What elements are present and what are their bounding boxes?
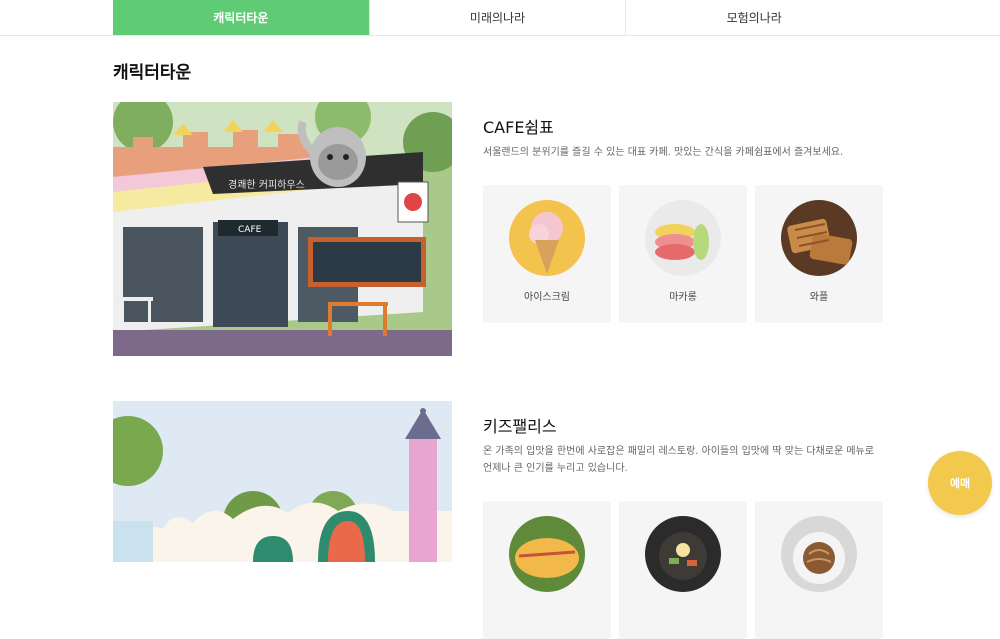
cafe-photo: 경쾌한 커피하우스 CAFE bbox=[113, 102, 452, 356]
menu-item-omurice[interactable] bbox=[483, 501, 611, 639]
tab-adventure-land[interactable]: 모험의나라 bbox=[626, 0, 883, 35]
menu-item-ice-cream[interactable]: 아이스크림 bbox=[483, 185, 611, 323]
ice-cream-icon bbox=[509, 200, 585, 276]
kids-palace-photo bbox=[113, 401, 452, 562]
menu-items: 아이스크림 마카롱 와플 bbox=[483, 185, 883, 323]
section-cafe: 경쾌한 커피하우스 CAFE CAFE쉼표 서울랜드의 분위기를 즐길 수 있는… bbox=[113, 102, 883, 356]
section-title: CAFE쉼표 bbox=[483, 118, 554, 137]
page-title: 캐릭터타운 bbox=[113, 63, 192, 83]
tab-future-land[interactable]: 미래의나라 bbox=[369, 0, 627, 35]
menu-item-bibimbap[interactable] bbox=[619, 501, 747, 639]
tab-character-town[interactable]: 캐릭터타운 bbox=[113, 0, 370, 35]
cafe-banner-text: 경쾌한 커피하우스 bbox=[228, 178, 305, 191]
menu-item-label: 와플 bbox=[809, 292, 829, 303]
category-tabs: 캐릭터타운 미래의나라 모험의나라 bbox=[113, 0, 883, 35]
section-title: 키즈팰리스 bbox=[483, 417, 557, 436]
menu-item-label: 아이스크림 bbox=[524, 292, 570, 303]
reserve-button[interactable]: 예매 bbox=[928, 451, 992, 515]
waffle-icon bbox=[781, 200, 857, 276]
macaron-icon bbox=[645, 200, 721, 276]
section-description: 온 가족의 입맛을 한번에 사로잡은 패밀리 레스토랑. 아이들의 입맛에 딱 … bbox=[483, 446, 874, 474]
menu-item-label: 마카롱 bbox=[669, 292, 697, 303]
bibimbap-icon bbox=[645, 516, 721, 592]
menu-item-pasta[interactable] bbox=[755, 501, 883, 639]
section-description: 서울랜드의 분위기를 즐길 수 있는 대표 카페. 맛있는 간식을 카페쉼표에서… bbox=[483, 147, 844, 158]
omurice-icon bbox=[509, 516, 585, 592]
menu-item-waffle[interactable]: 와플 bbox=[755, 185, 883, 323]
menu-items bbox=[483, 501, 883, 639]
cafe-sign-text: CAFE bbox=[238, 225, 262, 235]
section-kids-palace: 키즈팰리스 온 가족의 입맛을 한번에 사로잡은 패밀리 레스토랑. 아이들의 … bbox=[113, 401, 883, 639]
pasta-icon bbox=[781, 516, 857, 592]
menu-item-macaron[interactable]: 마카롱 bbox=[619, 185, 747, 323]
tabs-divider bbox=[0, 35, 1000, 36]
